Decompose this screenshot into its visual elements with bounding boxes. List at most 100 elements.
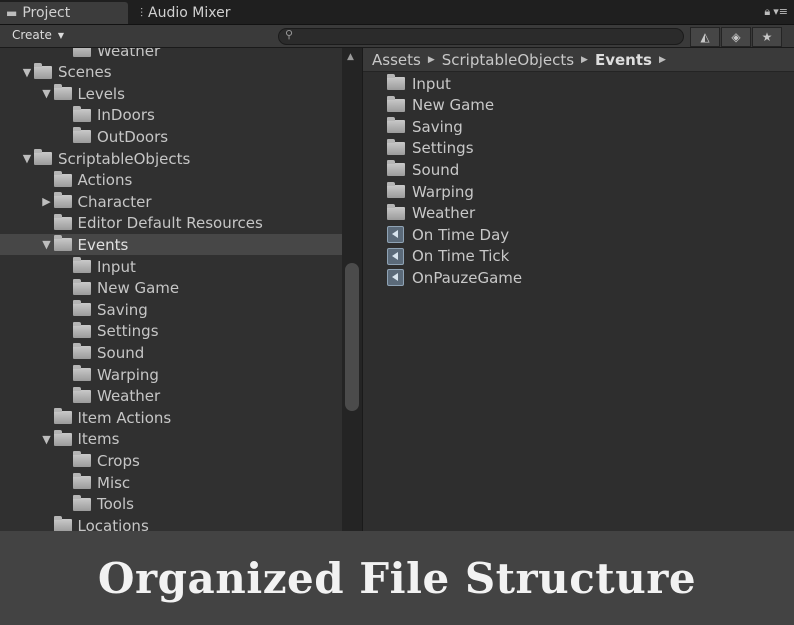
expand-arrow-down-icon[interactable]: ▼: [20, 152, 34, 165]
folder-icon: [53, 84, 72, 101]
search-by-label-icon[interactable]: ◈: [721, 27, 751, 47]
expand-arrow-right-icon[interactable]: ▶: [40, 195, 54, 208]
folder-icon: [53, 516, 72, 531]
folder-icon: [387, 138, 405, 155]
menu-icon[interactable]: ▾≡: [773, 5, 788, 19]
folder-icon: [53, 408, 72, 425]
tree-item-label: Weather: [97, 387, 161, 406]
folder-item[interactable]: Input: [385, 73, 451, 94]
folder-item[interactable]: Sound: [385, 159, 459, 180]
project-toolbar: Create ▼ ⚲ ◭ ◈ ★: [0, 25, 794, 48]
scriptable-object-icon: [387, 247, 404, 265]
expand-arrow-down-icon[interactable]: ▼: [40, 238, 54, 251]
asset-item[interactable]: On Time Day: [385, 224, 509, 245]
tab-audio-mixer-label: Audio Mixer: [148, 5, 231, 21]
tree-item-label: InDoors: [97, 106, 155, 125]
tree-item[interactable]: ▶Tools: [0, 494, 342, 515]
caption-banner: Organized File Structure: [0, 531, 794, 625]
expand-arrow-down-icon[interactable]: ▼: [40, 87, 54, 100]
search-input[interactable]: [299, 29, 669, 44]
search-field[interactable]: ⚲: [278, 28, 684, 45]
tree-item-label: Saving: [97, 300, 148, 319]
tree-item[interactable]: ▶Saving: [0, 299, 342, 320]
tree-item-label: Items: [77, 430, 120, 449]
tree-item-label: ScriptableObjects: [58, 149, 191, 168]
folder-icon: [53, 429, 72, 446]
expand-arrow-down-icon[interactable]: ▼: [40, 433, 54, 446]
expand-arrow-down-icon[interactable]: ▼: [20, 66, 34, 79]
search-by-type-icon[interactable]: ◭: [690, 27, 720, 47]
scriptable-object-icon: [387, 269, 404, 287]
folder-icon: ▬: [6, 6, 18, 20]
folder-icon: [73, 386, 91, 403]
folder-icon: [73, 365, 91, 381]
banner-title: Organized File Structure: [97, 553, 697, 603]
tree-item-label: Events: [77, 235, 129, 254]
tree-item[interactable]: ▶InDoors: [0, 105, 342, 126]
tree-item[interactable]: ▶New Game: [0, 278, 342, 299]
asset-item[interactable]: OnPauzeGame: [385, 267, 522, 288]
dropdown-arrow-icon: ▼: [57, 31, 65, 40]
folder-icon: [387, 74, 405, 90]
tree-item[interactable]: ▼ Events: [0, 234, 342, 256]
item-label: Weather: [412, 204, 476, 223]
breadcrumb-separator-icon: ▶: [427, 54, 435, 65]
tab-bar: ▬ Project ⫶ Audio Mixer 🔒︎ ▾≡: [0, 0, 794, 25]
tree-item[interactable]: ▶Input: [0, 256, 342, 277]
folder-icon: [34, 149, 52, 165]
mixer-icon: ⫶: [140, 5, 144, 20]
item-label: Input: [412, 74, 451, 93]
tree-item-label: Locations: [77, 516, 149, 531]
tree-item[interactable]: ▼ Levels: [0, 83, 342, 104]
tree-item[interactable]: ▶Settings: [0, 321, 342, 342]
folder-item[interactable]: Warping: [385, 181, 474, 202]
folder-item[interactable]: Saving: [385, 116, 463, 137]
folder-icon: [73, 494, 91, 511]
tree-item[interactable]: ▶Weather: [0, 48, 342, 61]
scroll-up-icon[interactable]: ▲: [347, 52, 354, 62]
breadcrumb-scriptableobjects[interactable]: ScriptableObjects: [442, 51, 574, 69]
tree-item[interactable]: ▼ Items: [0, 429, 342, 450]
folder-icon: [73, 48, 91, 57]
tree-item[interactable]: ▶Sound: [0, 342, 342, 363]
item-label: Sound: [412, 160, 460, 179]
scrollbar-thumb[interactable]: [345, 263, 359, 411]
lock-icon[interactable]: 🔒︎: [764, 5, 770, 19]
tree-item[interactable]: ▶Editor Default Resources: [0, 213, 342, 234]
folder-icon: [387, 117, 405, 134]
tree-item[interactable]: ▶Locations: [0, 515, 342, 531]
tree-item[interactable]: ▶Misc: [0, 472, 342, 493]
tree-item[interactable]: ▼ Scenes: [0, 62, 342, 83]
folder-item[interactable]: New Game: [385, 95, 494, 116]
tree-item-label: Settings: [97, 322, 159, 341]
folder-item[interactable]: Settings: [385, 138, 474, 159]
folder-contents-panel: Assets ▶ ScriptableObjects ▶ Events ▶ In…: [363, 48, 794, 531]
folder-icon: [73, 321, 91, 338]
breadcrumb-assets[interactable]: Assets: [372, 51, 421, 69]
asset-item[interactable]: On Time Tick: [385, 246, 509, 267]
favorites-icon[interactable]: ★: [752, 27, 782, 47]
folder-item[interactable]: Weather: [385, 203, 475, 224]
tree-item[interactable]: ▶OutDoors: [0, 126, 342, 147]
tab-audio-mixer[interactable]: ⫶ Audio Mixer: [134, 2, 284, 24]
create-button[interactable]: Create ▼: [5, 27, 71, 44]
tree-item-label: Misc: [97, 473, 131, 492]
tree-item[interactable]: ▶Actions: [0, 170, 342, 191]
tree-item-label: Editor Default Resources: [77, 214, 263, 233]
tree-item-label: Weather: [97, 48, 161, 60]
tree-item[interactable]: ▶Warping: [0, 364, 342, 385]
filter-buttons: ◭ ◈ ★: [690, 27, 782, 47]
tree-item[interactable]: ▶ Character: [0, 191, 342, 212]
breadcrumb-events[interactable]: Events: [595, 51, 652, 69]
folder-icon: [73, 278, 91, 295]
search-icon: ⚲: [285, 28, 294, 41]
tree-item[interactable]: ▶Crops: [0, 450, 342, 471]
folder-icon: [73, 105, 91, 122]
scriptable-object-icon: [387, 226, 404, 244]
tab-project[interactable]: ▬ Project: [0, 2, 128, 24]
tree-item[interactable]: ▶Weather: [0, 386, 342, 407]
tree-item[interactable]: ▶Item Actions: [0, 407, 342, 428]
tree-scrollbar[interactable]: ▲: [342, 48, 363, 531]
tree-item-label: Character: [77, 192, 152, 211]
tree-item[interactable]: ▼ ScriptableObjects: [0, 148, 342, 169]
